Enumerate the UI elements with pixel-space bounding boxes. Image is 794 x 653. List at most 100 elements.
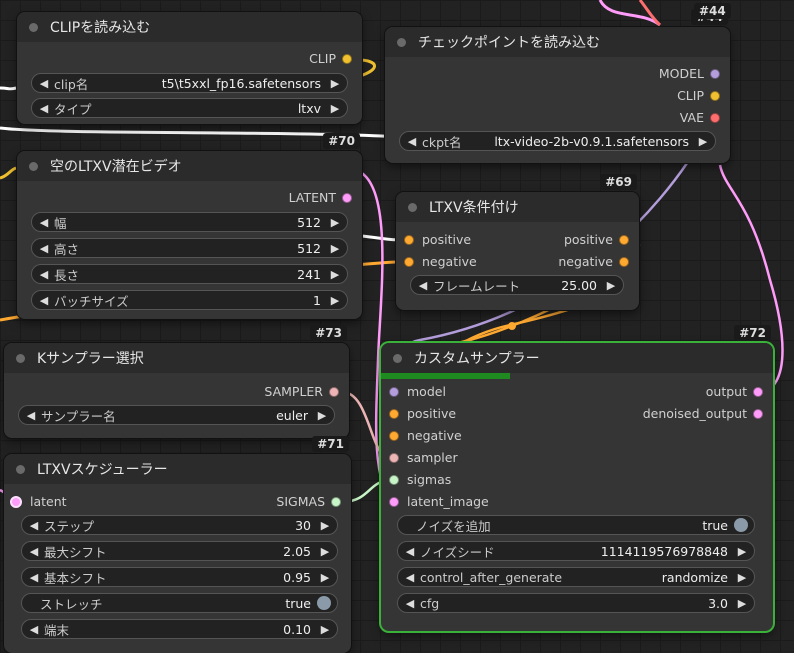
collapse-dot-icon[interactable] [29,22,38,32]
arrow-left-icon[interactable]: ◀ [25,409,37,422]
arrow-left-icon[interactable]: ◀ [28,545,40,558]
collapse-dot-icon[interactable] [29,161,38,171]
arrow-left-icon[interactable]: ◀ [38,77,50,90]
node-empty-latent-video[interactable]: #70 空のLTXV潜在ビデオ LATENT ◀ 幅 512 ▶ ◀ 高さ 51… [17,133,362,319]
toggle-knob-icon[interactable] [317,596,331,610]
input-socket-icon[interactable] [404,257,414,267]
output-socket-icon[interactable] [619,235,629,245]
arrow-right-icon[interactable]: ▶ [697,135,709,148]
output-latent[interactable]: LATENT [289,187,352,209]
input-socket-icon[interactable] [389,453,399,463]
input-positive[interactable]: positive [389,403,456,425]
arrow-right-icon[interactable]: ▶ [329,77,341,90]
output-clip[interactable]: CLIP [677,85,720,107]
output-model[interactable]: MODEL [659,63,720,85]
output-negative[interactable]: negative [558,251,629,273]
arrow-left-icon[interactable]: ◀ [38,216,50,229]
frame-rate-stepper[interactable]: ◀ フレームレート 25.00 ▶ [410,275,624,295]
arrow-right-icon[interactable]: ▶ [319,623,331,636]
input-socket-icon[interactable] [389,409,399,419]
input-socket-icon[interactable] [404,235,414,245]
input-socket-icon[interactable] [389,387,399,397]
input-sigmas[interactable]: sigmas [389,469,451,491]
node-custom-sampler[interactable]: #72 カスタムサンプラー model positive negative sa… [381,325,773,631]
arrow-right-icon[interactable]: ▶ [329,268,341,281]
sampler-name-combo[interactable]: ◀ サンプラー名 euler ▶ [18,405,335,425]
clip-name-combo[interactable]: ◀ clip名 t5\t5xxl_fp16.safetensors ▶ [31,73,348,93]
arrow-left-icon[interactable]: ◀ [404,571,416,584]
node-checkpoint-loader[interactable]: #44 チェックポイントを読み込む MODEL CLIP VAE ◀ ckpt名… [385,9,730,163]
node-clip-loader[interactable]: CLIPを読み込む CLIP ◀ clip名 t5\t5xxl_fp16.saf… [17,12,362,124]
input-negative[interactable]: negative [404,251,477,273]
arrow-right-icon[interactable]: ▶ [329,216,341,229]
input-model[interactable]: model [389,381,446,403]
arrow-left-icon[interactable]: ◀ [406,135,418,148]
node-header[interactable]: チェックポイントを読み込む [385,27,730,57]
input-sampler[interactable]: sampler [389,447,458,469]
output-sigmas[interactable]: SIGMAS [276,491,341,513]
noise-seed-stepper[interactable]: ◀ ノイズシード 1114119576978848 ▶ [397,541,755,561]
arrow-right-icon[interactable]: ▶ [329,294,341,307]
output-output[interactable]: output [706,381,763,403]
arrow-left-icon[interactable]: ◀ [28,519,40,532]
type-combo[interactable]: ◀ タイプ ltxv ▶ [31,98,348,118]
output-sampler[interactable]: SAMPLER [264,381,339,403]
input-socket-icon[interactable] [389,475,399,485]
height-stepper[interactable]: ◀ 高さ 512 ▶ [31,238,348,258]
arrow-right-icon[interactable]: ▶ [736,571,748,584]
collapse-dot-icon[interactable] [16,464,25,474]
arrow-left-icon[interactable]: ◀ [38,294,50,307]
output-socket-icon[interactable] [710,69,720,79]
collapse-dot-icon[interactable] [397,37,406,47]
output-vae[interactable]: VAE [680,107,720,129]
node-header[interactable]: LTXVスケジューラー [4,454,351,484]
output-socket-icon[interactable] [753,409,763,419]
arrow-left-icon[interactable]: ◀ [404,597,416,610]
add-noise-toggle[interactable]: ノイズを追加 true [397,515,755,535]
node-header[interactable]: Kサンプラー選択 [4,343,349,373]
cfg-stepper[interactable]: ◀ cfg 3.0 ▶ [397,593,755,613]
input-positive[interactable]: positive [404,229,471,251]
arrow-right-icon[interactable]: ▶ [329,242,341,255]
arrow-left-icon[interactable]: ◀ [28,571,40,584]
arrow-right-icon[interactable]: ▶ [316,409,328,422]
output-clip[interactable]: CLIP [309,48,352,70]
output-socket-icon[interactable] [342,193,352,203]
collapse-dot-icon[interactable] [16,353,25,363]
arrow-right-icon[interactable]: ▶ [319,519,331,532]
max-shift-stepper[interactable]: ◀ 最大シフト 2.05 ▶ [21,541,338,561]
input-socket-icon[interactable] [389,431,399,441]
terminal-stepper[interactable]: ◀ 端末 0.10 ▶ [21,619,338,639]
node-header[interactable]: LTXV条件付け [396,192,639,222]
input-socket-icon[interactable] [389,497,399,507]
arrow-left-icon[interactable]: ◀ [38,242,50,255]
arrow-left-icon[interactable]: ◀ [28,623,40,636]
arrow-left-icon[interactable]: ◀ [404,545,416,558]
arrow-right-icon[interactable]: ▶ [736,597,748,610]
arrow-left-icon[interactable]: ◀ [38,268,50,281]
collapse-dot-icon[interactable] [408,202,417,212]
length-stepper[interactable]: ◀ 長さ 241 ▶ [31,264,348,284]
arrow-right-icon[interactable]: ▶ [605,279,617,292]
input-latent-image[interactable]: latent_image [389,491,489,513]
arrow-right-icon[interactable]: ▶ [329,102,341,115]
width-stepper[interactable]: ◀ 幅 512 ▶ [31,212,348,232]
arrow-right-icon[interactable]: ▶ [319,545,331,558]
steps-stepper[interactable]: ◀ ステップ 30 ▶ [21,515,338,535]
arrow-left-icon[interactable]: ◀ [417,279,429,292]
input-socket-icon[interactable] [10,496,22,508]
collapse-dot-icon[interactable] [393,353,402,363]
base-shift-stepper[interactable]: ◀ 基本シフト 0.95 ▶ [21,567,338,587]
output-socket-icon[interactable] [710,91,720,101]
output-socket-icon[interactable] [753,387,763,397]
node-header[interactable]: カスタムサンプラー [381,343,773,373]
batch-size-stepper[interactable]: ◀ バッチサイズ 1 ▶ [31,290,348,310]
node-ltxv-conditioning[interactable]: #69 LTXV条件付け positive negative positive … [396,174,639,310]
output-socket-icon[interactable] [329,387,339,397]
arrow-right-icon[interactable]: ▶ [319,571,331,584]
ckpt-name-combo[interactable]: ◀ ckpt名 ltx-video-2b-v0.9.1.safetensors … [399,131,716,151]
node-header[interactable]: 空のLTXV潜在ビデオ [17,151,362,181]
arrow-right-icon[interactable]: ▶ [736,545,748,558]
node-ltxv-scheduler[interactable]: #71 LTXVスケジューラー latent SIGMAS ◀ ステップ 30 … [4,436,351,653]
output-socket-icon[interactable] [331,497,341,507]
